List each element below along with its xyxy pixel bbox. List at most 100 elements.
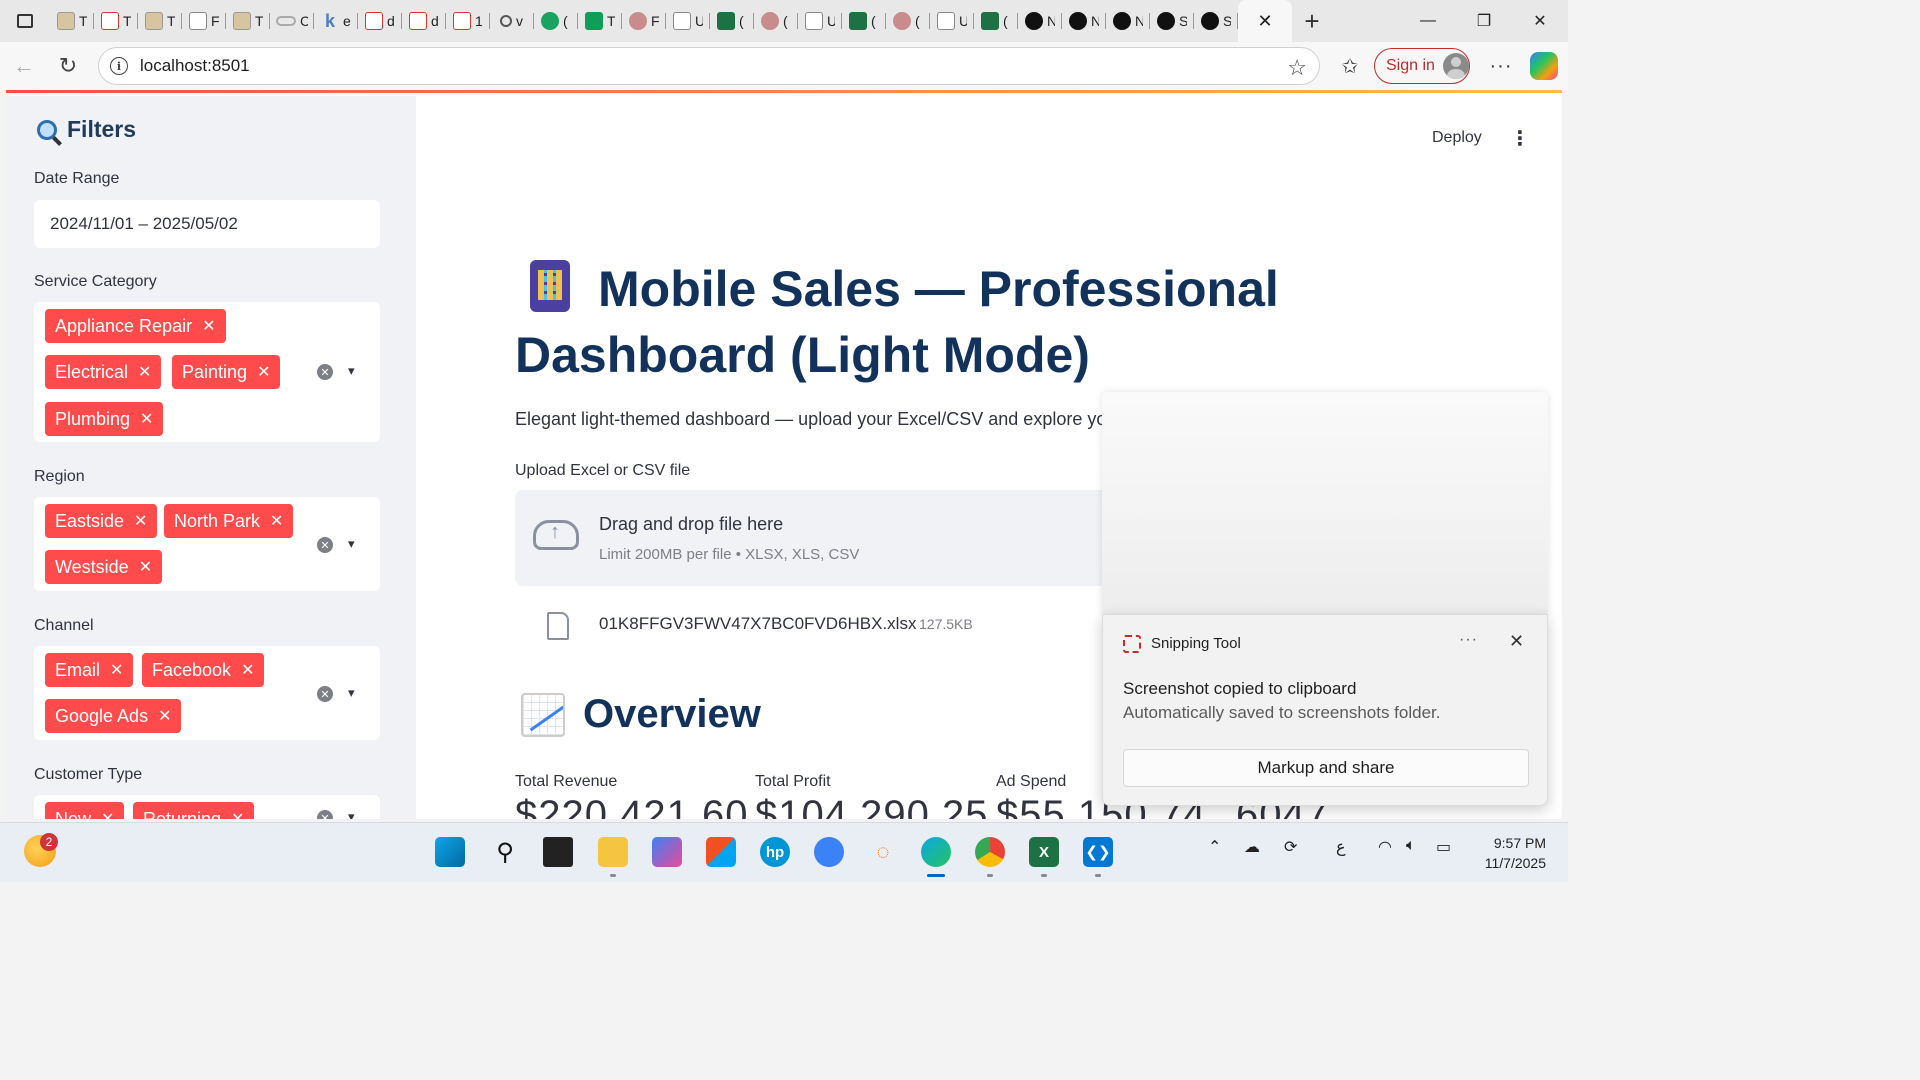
browser-tab[interactable]: T (94, 5, 138, 37)
browser-tab[interactable]: ( (886, 5, 930, 37)
screenshot-preview[interactable] (1102, 392, 1548, 614)
deploy-button[interactable]: Deploy (1432, 129, 1482, 147)
date-range-input[interactable]: 2024/11/01 – 2025/05/02 (34, 200, 380, 248)
browser-tab[interactable]: N (1062, 5, 1106, 37)
browser-tab[interactable]: T (138, 5, 182, 37)
active-tab[interactable]: ✕ (1238, 0, 1292, 42)
new-tab-button[interactable]: + (1292, 5, 1332, 37)
chip-remove-icon[interactable]: ✕ (101, 809, 114, 819)
restore-button[interactable]: ❐ (1456, 0, 1512, 42)
chrome-icon[interactable] (975, 837, 1005, 867)
chip-remove-icon[interactable]: ✕ (241, 660, 254, 680)
browser-tab[interactable]: T (578, 5, 622, 37)
chevron-down-icon[interactable]: ▾ (348, 685, 355, 701)
battery-icon[interactable]: ▭ (1436, 837, 1451, 857)
browser-tab[interactable]: U (798, 5, 842, 37)
tab-actions-button[interactable] (0, 0, 50, 42)
excel-icon[interactable]: X (1029, 837, 1059, 867)
close-window-button[interactable]: ✕ (1512, 0, 1568, 42)
search-icon[interactable]: ⚲ (490, 837, 520, 867)
system-clock[interactable]: 9:57 PM 11/7/2025 (1470, 833, 1546, 873)
chevron-down-icon[interactable]: ▾ (348, 363, 355, 379)
wifi-icon[interactable]: ◠ (1378, 837, 1392, 857)
browser-tab[interactable]: 1 (446, 5, 490, 37)
markup-and-share-button[interactable]: Markup and share (1123, 749, 1529, 787)
browser-tab[interactable]: F (182, 5, 226, 37)
chevron-down-icon[interactable]: ▾ (348, 536, 355, 552)
chip-painting[interactable]: Painting ✕ (172, 355, 281, 389)
chip-google-ads[interactable]: Google Ads ✕ (45, 699, 182, 733)
browser-tab[interactable]: U (930, 5, 974, 37)
region-multiselect[interactable]: Eastside ✕ North Park ✕ Westside ✕ ✕ ▾ (34, 497, 380, 591)
browser-tab[interactable]: v (490, 5, 534, 37)
sign-in-button[interactable]: Sign in (1374, 48, 1470, 84)
support-icon[interactable] (814, 837, 844, 867)
clear-all-icon[interactable]: ✕ (317, 364, 333, 380)
chip-remove-icon[interactable]: ✕ (158, 706, 171, 726)
address-bar[interactable]: i localhost:8501 ☆ (98, 47, 1320, 85)
favorites-icon[interactable]: ✩ (1330, 54, 1370, 79)
customer-type-multiselect[interactable]: New ✕ Returning ✕ ✕ ▾ (34, 795, 380, 819)
hp-icon[interactable]: hp (760, 837, 790, 867)
chip-new[interactable]: New ✕ (45, 802, 125, 819)
browser-tab[interactable]: S (1194, 5, 1238, 37)
browser-tab[interactable]: F (622, 5, 666, 37)
browser-tab[interactable]: N (1106, 5, 1150, 37)
chip-electrical[interactable]: Electrical ✕ (45, 355, 162, 389)
start-icon[interactable] (435, 837, 465, 867)
chip-appliance-repair[interactable]: Appliance Repair ✕ (45, 309, 226, 343)
notification-close-icon[interactable]: ✕ (1509, 631, 1524, 652)
vscode-icon[interactable]: ❮❯ (1083, 837, 1113, 867)
site-info-icon[interactable]: i (110, 57, 128, 75)
chip-remove-icon[interactable]: ✕ (140, 409, 153, 429)
browser-tab[interactable]: C (270, 5, 314, 37)
chip-remove-icon[interactable]: ✕ (134, 511, 147, 531)
browser-tab[interactable]: U (666, 5, 710, 37)
browser-tab[interactable]: d (402, 5, 446, 37)
url-text[interactable]: localhost:8501 (140, 56, 250, 76)
chip-facebook[interactable]: Facebook ✕ (142, 653, 265, 687)
browser-tab[interactable]: ( (710, 5, 754, 37)
language-indicator[interactable]: ع (1336, 837, 1346, 857)
file-explorer-icon[interactable] (598, 837, 628, 867)
tray-overflow-icon[interactable]: ⌃ (1208, 837, 1221, 857)
chip-remove-icon[interactable]: ✕ (138, 362, 151, 382)
volume-icon[interactable]: 🔈︎ (1406, 837, 1416, 855)
minimize-button[interactable]: — (1400, 0, 1456, 42)
chip-remove-icon[interactable]: ✕ (202, 316, 215, 336)
browser-tab[interactable]: ( (754, 5, 798, 37)
chip-returning[interactable]: Returning ✕ (133, 802, 255, 819)
chip-remove-icon[interactable]: ✕ (110, 660, 123, 680)
chip-remove-icon[interactable]: ✕ (231, 809, 244, 819)
browser-tab[interactable]: ( (974, 5, 1018, 37)
back-button[interactable]: ← (2, 46, 46, 86)
browser-tab[interactable]: ke (314, 5, 358, 37)
browser-tab[interactable]: T (50, 5, 94, 37)
chip-remove-icon[interactable]: ✕ (270, 511, 283, 531)
clear-all-icon[interactable]: ✕ (317, 810, 333, 819)
chip-plumbing[interactable]: Plumbing ✕ (45, 402, 164, 436)
service-category-multiselect[interactable]: Appliance Repair ✕ Electrical ✕ Painting ✕ … (34, 302, 380, 442)
chip-remove-icon[interactable]: ✕ (257, 362, 270, 382)
clear-all-icon[interactable]: ✕ (317, 686, 333, 702)
copilot-icon[interactable] (1530, 52, 1558, 80)
tab-close-icon[interactable]: ✕ (1257, 11, 1272, 32)
chip-westside[interactable]: Westside ✕ (45, 550, 163, 584)
browser-tab[interactable]: N (1018, 5, 1062, 37)
app-icon[interactable]: ◌ (868, 837, 898, 867)
task-view-icon[interactable] (543, 837, 573, 867)
cloud-off-icon[interactable]: ☁ (1244, 837, 1260, 857)
notification-more-button[interactable]: ··· (1459, 631, 1478, 649)
chevron-down-icon[interactable]: ▾ (348, 809, 355, 819)
browser-tab[interactable]: T (226, 5, 270, 37)
browser-tab[interactable]: ( (534, 5, 578, 37)
app-menu-icon[interactable]: ⋮ (1510, 126, 1530, 151)
chip-remove-icon[interactable]: ✕ (139, 557, 152, 577)
edge-icon[interactable] (921, 837, 951, 867)
browser-tab[interactable]: S (1150, 5, 1194, 37)
chip-eastside[interactable]: Eastside ✕ (45, 504, 158, 538)
sync-icon[interactable]: ⟳ (1284, 837, 1297, 857)
chip-north-park[interactable]: North Park ✕ (164, 504, 294, 538)
browser-menu-button[interactable]: ··· (1486, 55, 1516, 78)
favorite-star-icon[interactable]: ☆ (1287, 55, 1307, 81)
